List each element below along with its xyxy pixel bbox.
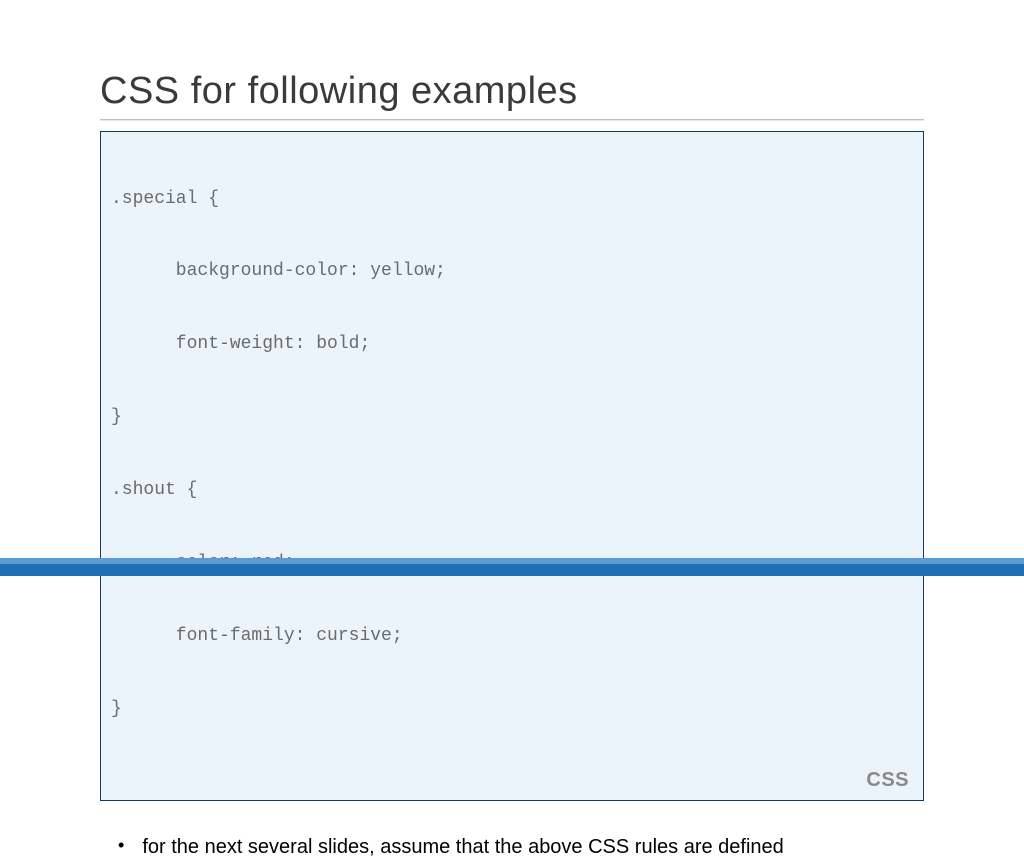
- code-line: font-family: cursive;: [111, 624, 913, 648]
- list-item: • for the next several slides, assume th…: [108, 833, 924, 861]
- code-line: }: [111, 697, 913, 721]
- code-line: background-color: yellow;: [111, 259, 913, 283]
- code-line: .special {: [111, 187, 913, 211]
- slide-title: CSS for following examples: [100, 70, 924, 113]
- code-line: }: [111, 405, 913, 429]
- bullet-list: • for the next several slides, assume th…: [100, 833, 924, 861]
- code-line: .shout {: [111, 478, 913, 502]
- slide-container: CSS for following examples .special { ba…: [0, 0, 1024, 861]
- bullet-icon: •: [118, 833, 124, 858]
- footer-accent-bottom: [0, 564, 1024, 576]
- code-block: .special { background-color: yellow; fon…: [100, 131, 924, 801]
- footer-accent-bar: [0, 558, 1024, 576]
- code-line: font-weight: bold;: [111, 332, 913, 356]
- title-underline: [100, 119, 924, 121]
- bullet-text: for the next several slides, assume that…: [142, 833, 783, 861]
- code-language-label: CSS: [866, 767, 909, 794]
